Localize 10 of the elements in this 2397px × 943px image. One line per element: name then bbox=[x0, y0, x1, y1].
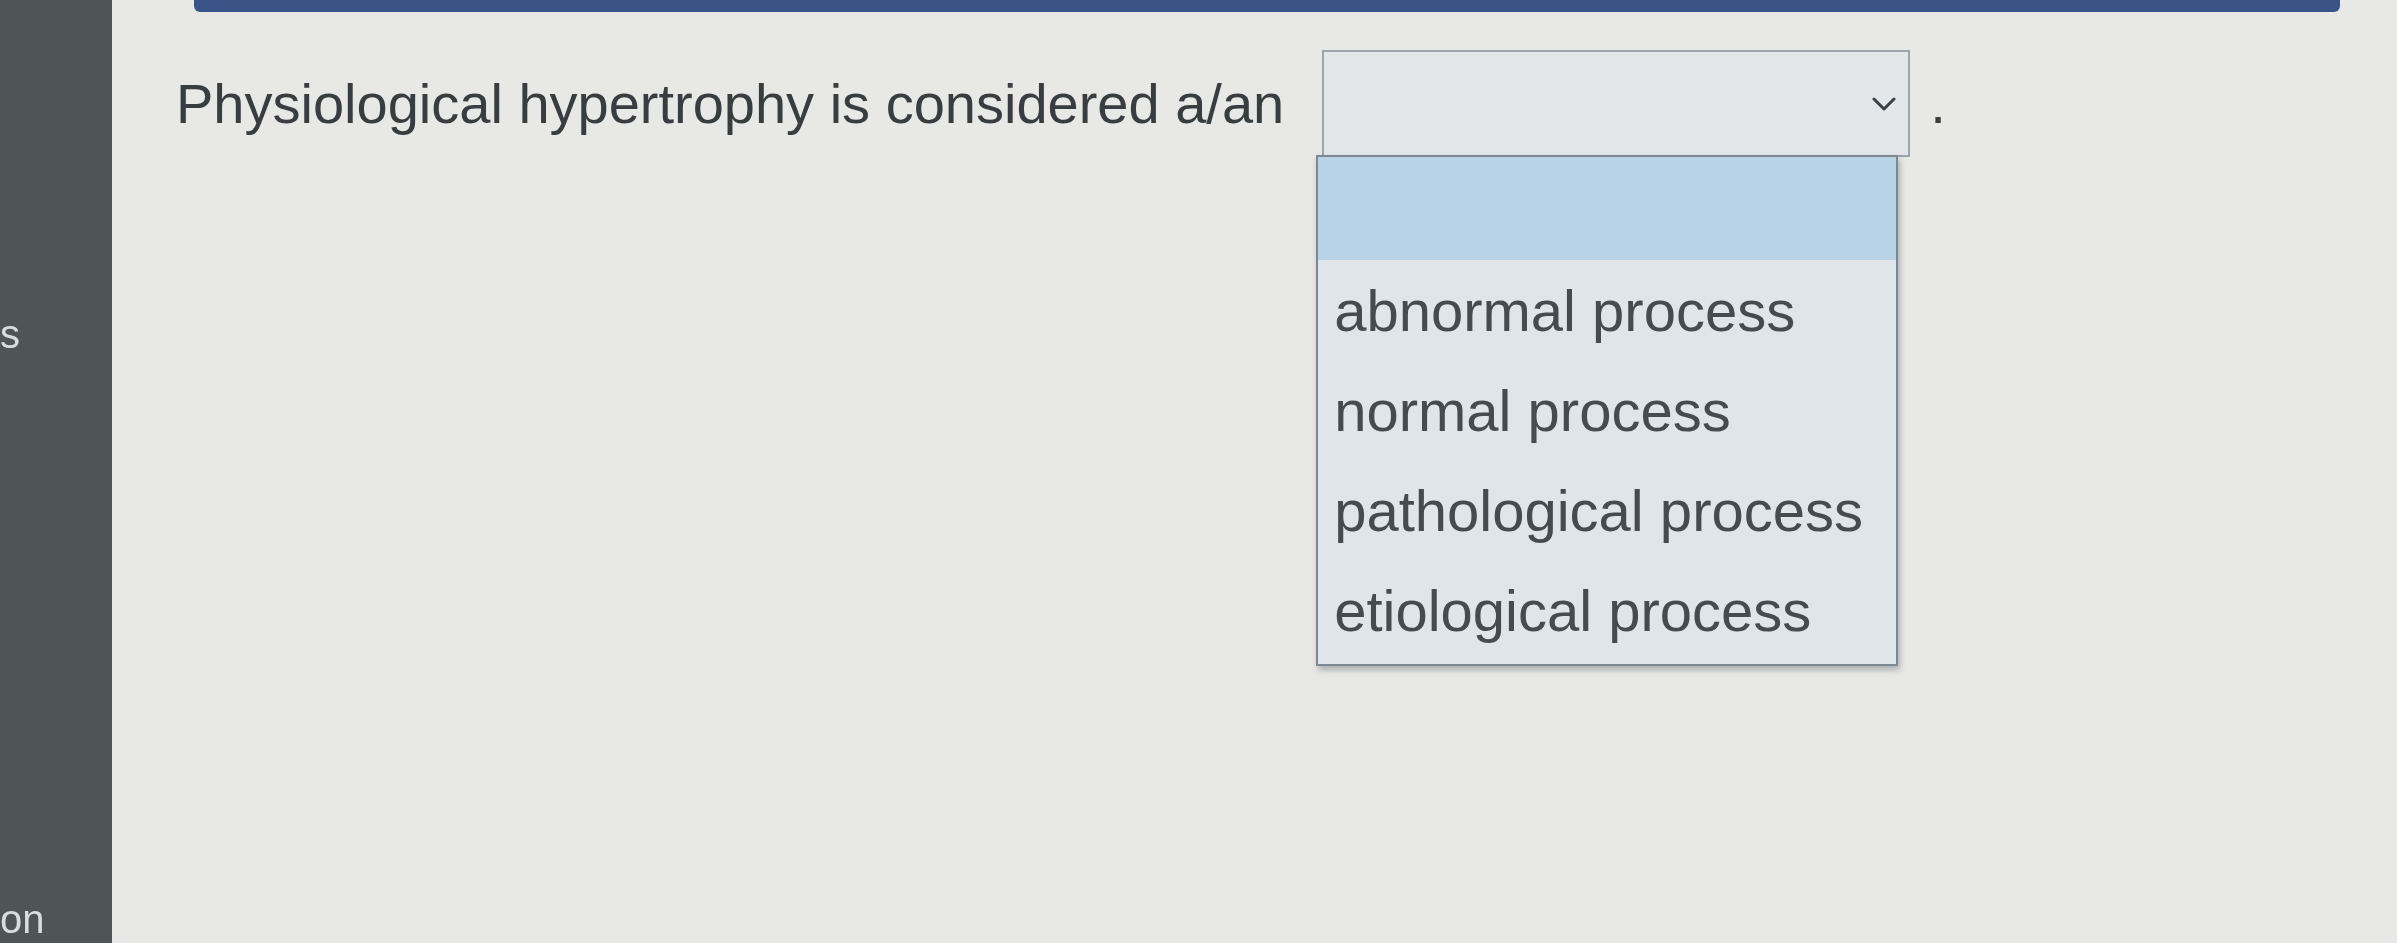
chevron-down-icon bbox=[1872, 96, 1897, 111]
dropdown-option[interactable]: etiological process bbox=[1318, 560, 1897, 660]
dropdown-option[interactable]: pathological process bbox=[1318, 460, 1897, 560]
dropdown-option[interactable]: normal process bbox=[1318, 360, 1897, 460]
answer-dropdown[interactable] bbox=[1322, 50, 1911, 157]
sidebar-item[interactable]: s bbox=[0, 310, 20, 358]
question-text: Physiological hypertrophy is considered a/an bbox=[176, 70, 1285, 137]
period-text: . bbox=[1930, 70, 1946, 137]
dropdown-option[interactable]: abnormal process bbox=[1318, 260, 1897, 360]
sidebar-item[interactable]: on bbox=[0, 895, 45, 943]
